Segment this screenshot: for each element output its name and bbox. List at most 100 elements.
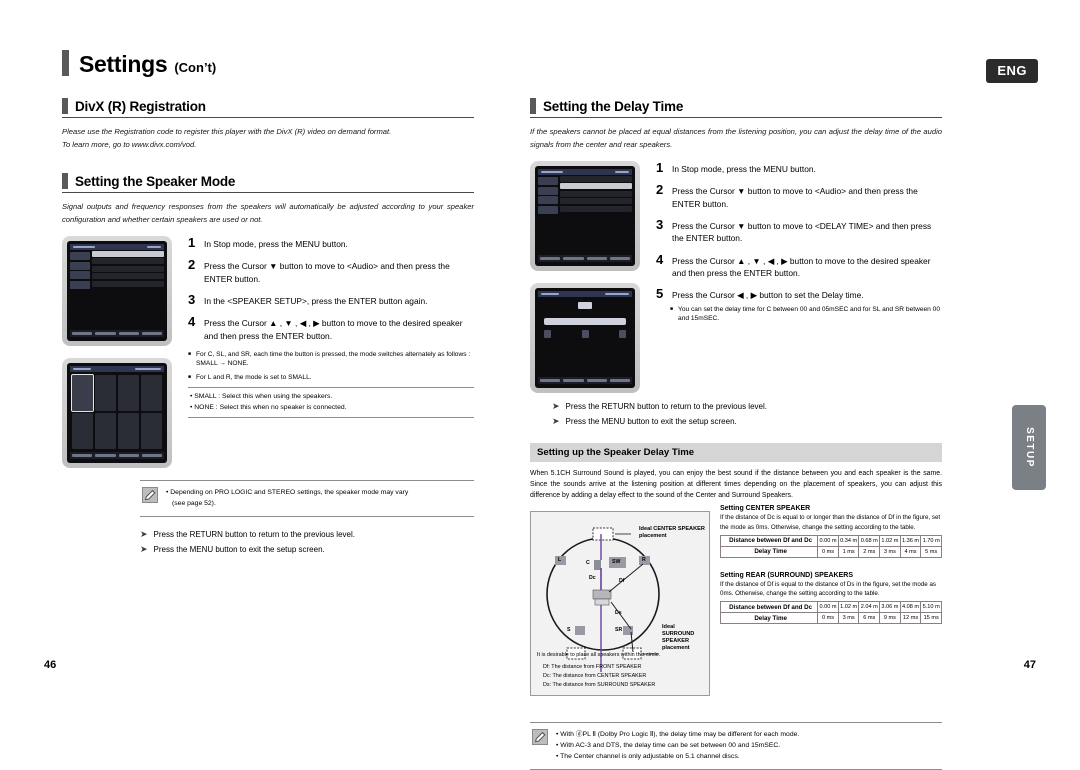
tv-menu-row [560,190,632,197]
table-rear-heading: Setting REAR (SURROUND) SPEAKERS [720,571,854,579]
tv-titlebar-left [541,170,563,174]
arrow-line-text: Press the MENU button to exit the setup … [565,416,737,426]
tv-titlebar-left [73,245,95,249]
section-heading-delay-time: Setting the Delay Time [530,98,942,114]
section-accent-bar [530,98,536,114]
tv-titlebar-right [135,367,161,371]
table-row: Distance between Df and Dc 0.00 m 1.02 m… [719,601,942,614]
tv-speaker-row [544,330,626,339]
arrow-line-text: Press the MENU button to exit the setup … [153,544,325,554]
arrow-line-item: ➤ Press the MENU button to exit the setu… [552,414,942,429]
tv-screen [535,166,635,267]
note-line: • Depending on PRO LOGIC and STEREO sett… [166,489,409,497]
tv-body [70,373,164,451]
tv-screen [67,241,167,342]
tv-speaker-icon [544,330,551,339]
tv-footer-hint [563,257,584,261]
tv-titlebar [70,366,164,373]
title-accent-bar [62,50,69,76]
step-number: 2 [656,182,664,198]
step-number: 4 [656,251,664,267]
tv-titlebar-left [73,367,91,371]
table-row: Delay Time 0 ms 1 ms 2 ms 3 ms 4 ms 5 ms [719,545,942,558]
table-cell: 1.02 m [879,534,901,547]
step-item: 4 Press the Cursor ▲ , ▼ , ◀ , ▶ button … [188,315,474,342]
tv-footer [538,255,632,263]
delay-time-content: 1 In Stop mode, press the MENU button. 2… [530,161,942,394]
tv-titlebar-right [615,170,629,174]
thumbnail-column [62,236,172,469]
arrow-line-text: Press the RETURN button to return to the… [153,529,355,539]
speaker-mode-intro: Signal outputs and frequency responses f… [62,202,474,224]
tv-speaker-cell [118,375,139,412]
definition-small: • SMALL : Select this when using the spe… [190,393,333,401]
page-number-left: 46 [44,659,57,671]
tv-footer-hint [563,379,584,383]
title-sub-text: (Con’t) [174,60,217,75]
table-row-label: Distance between Df and Dc [719,534,819,547]
caption-ds: Ds: The distance from SURROUND SPEAKER [543,682,656,689]
step-item: 3 Press the Cursor ▼ button to move to <… [656,217,942,245]
step-text: In Stop mode, press the MENU button. [672,164,816,175]
table-cell: 1.70 m [920,534,942,547]
tv-menu-row [560,176,632,183]
note-line: (see page 52). [172,499,216,507]
step-item: 4 Press the Cursor ▲ , ▼ , ◀ , ▶ button … [656,251,942,280]
tv-side-icon [70,252,90,261]
step-number: 1 [188,235,196,251]
table-cell: 5 ms [920,545,942,558]
tv-footer-hint [95,332,116,336]
arrow-line-text: Press the RETURN button to return to the… [565,402,767,412]
step-item: 2 Press the Cursor ▼ button to move to <… [656,183,942,210]
step-text: Press the Cursor ▼ button to move to <Au… [672,186,918,209]
language-badge: ENG [986,59,1038,83]
arrow-line-item: ➤ Press the MENU button to exit the setu… [140,542,474,557]
tv-speaker-cell [141,375,162,412]
section-accent-bar [62,173,68,190]
step-text: Press the Cursor ▼ button to move to <DE… [672,220,932,244]
tv-screenshot-delay-menu [530,161,640,272]
step-item: 3 In the <SPEAKER SETUP>, press the ENTE… [188,293,474,308]
tv-footer-hint [72,332,93,336]
delay-time-intro: If the speakers cannot be placed at equa… [530,127,942,149]
label-speaker-surround-right: SR [615,627,623,634]
table-center-heading: Setting CENTER SPEAKER [720,505,811,513]
diagram-and-tables: Ideal CENTER SPEAKER placement Ideal SUR… [530,503,942,697]
tv-footer-hint [118,332,139,336]
table-cell: 9 ms [879,612,901,625]
table-cell: 0.00 m [817,601,839,614]
table-cell: 0 ms [817,612,839,625]
speaker-mode-sub-bullets: ■ For C, SL, and SR, each time the butto… [188,350,474,383]
section-title: Setting the Speaker Mode [75,173,236,189]
label-ideal-surround-3: SPEAKER [662,638,690,645]
step-text: Press the Cursor ▲ , ▼ , ◀ , ▶ button to… [672,255,931,279]
tv-menu-row-selected [92,251,164,258]
tv-speaker-cell [95,413,116,450]
pencil-icon [142,487,158,504]
tv-side-icon [70,280,90,289]
tv-speaker-cell [95,375,116,412]
tables-block: Setting CENTER SPEAKER If the distance o… [710,503,942,625]
square-bullet-icon: ■ [188,373,192,380]
table-row: Distance between Df and Dc 0.00 m 0.34 m… [719,534,942,547]
sub-bullet-text: For C, SL, and SR, each time the button … [196,350,471,368]
note-line: • The Center channel is only adjustable … [556,753,740,761]
arrow-icon: ➤ [140,528,148,539]
table-cell: 2 ms [858,545,881,558]
tv-menu-rows [558,176,632,254]
tv-speaker-icon [619,330,626,339]
page-number-right: 47 [1023,659,1036,671]
tv-titlebar-right [147,245,161,249]
setup-side-tab-label: SETUP [1023,427,1035,468]
table-cell: 4 ms [899,545,922,558]
tv-footer-hint [540,379,561,383]
note-box-speaker-mode: • Depending on PRO LOGIC and STEREO sett… [140,480,474,517]
tv-speaker-grid [70,373,164,451]
sub-bullet-item: ■ For L and R, the mode is set to SMALL. [188,373,474,383]
tv-footer-hint [95,454,116,458]
table-cell: 0.00 m [817,534,839,547]
label-speaker-center: C [586,560,590,567]
sub-bullet-text: For L and R, the mode is set to SMALL. [196,373,312,381]
tv-footer-hint [118,454,139,458]
note-text-block: • With ⓓPL Ⅱ (Dolby Pro Logic Ⅱ), the de… [556,729,799,763]
